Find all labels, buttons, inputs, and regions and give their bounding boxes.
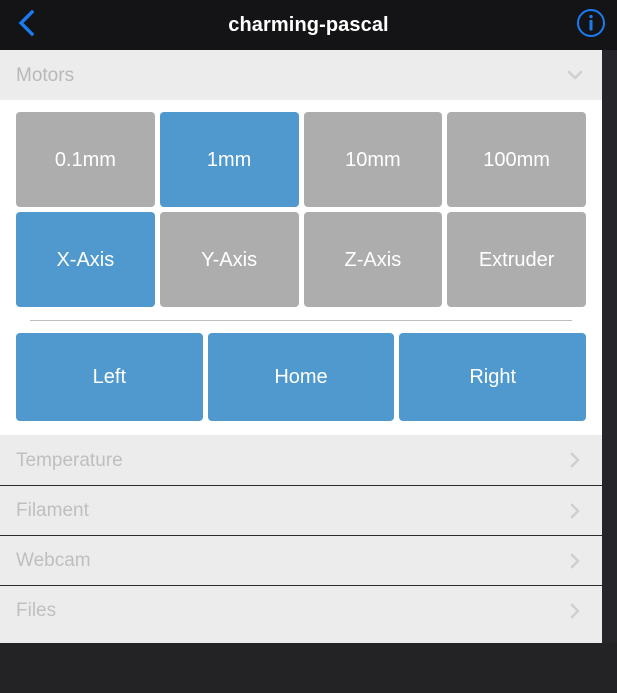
step-size-button-group: 0.1mm 1mm 10mm 100mm [16,112,586,207]
app-root: charming-pascal Motors 0.1mm 1mm 10mm 10… [0,0,617,693]
chevron-right-icon [564,449,586,471]
accordion-row-files[interactable]: Files [0,585,602,635]
axis-button-y[interactable]: Y-Axis [159,212,299,307]
chevron-right-icon [564,550,586,572]
accordion-label-temperature: Temperature [16,449,123,471]
list-tail-filler [0,635,602,643]
accordion-label-webcam: Webcam [16,550,91,571]
accordion-header-motors[interactable]: Motors [0,50,602,100]
axis-button-x[interactable]: X-Axis [16,212,155,307]
bottom-chrome-bar [0,643,617,693]
step-size-button-1mm[interactable]: 1mm [159,112,299,207]
accordion-label-filament: Filament [16,500,89,521]
axis-button-z[interactable]: Z-Axis [303,212,443,307]
step-size-button-0-1mm[interactable]: 0.1mm [16,112,155,207]
section-divider [30,320,572,321]
home-button[interactable]: Home [207,333,395,421]
accordion-label-motors: Motors [16,64,75,86]
chevron-right-icon [564,600,586,622]
step-size-button-100mm[interactable]: 100mm [447,112,586,207]
chevron-down-icon [564,64,586,86]
chevron-right-icon [564,500,586,522]
accordion-row-filament[interactable]: Filament [0,485,602,535]
navigation-bar: charming-pascal [0,0,617,50]
step-size-button-10mm[interactable]: 10mm [303,112,443,207]
axis-button-extruder[interactable]: Extruder [447,212,586,307]
move-right-button[interactable]: Right [399,333,587,421]
back-button[interactable] [0,0,52,50]
axis-button-group: X-Axis Y-Axis Z-Axis Extruder [16,212,586,307]
content-panel: Motors 0.1mm 1mm 10mm 100mm X-Axis Y-Axi… [0,50,602,643]
accordion-label-files: Files [16,600,57,621]
movement-button-group: Left Home Right [16,333,587,421]
info-button[interactable] [565,0,617,50]
page-title: charming-pascal [228,14,389,36]
accordion-row-temperature[interactable]: Temperature [0,435,602,485]
chevron-left-icon [16,8,36,43]
accordion-row-webcam[interactable]: Webcam [0,535,602,585]
right-edge-rail [602,50,617,643]
move-left-button[interactable]: Left [16,333,203,421]
info-circle-icon [576,8,606,43]
motors-panel-body: 0.1mm 1mm 10mm 100mm X-Axis Y-Axis Z-Axi… [0,100,602,435]
